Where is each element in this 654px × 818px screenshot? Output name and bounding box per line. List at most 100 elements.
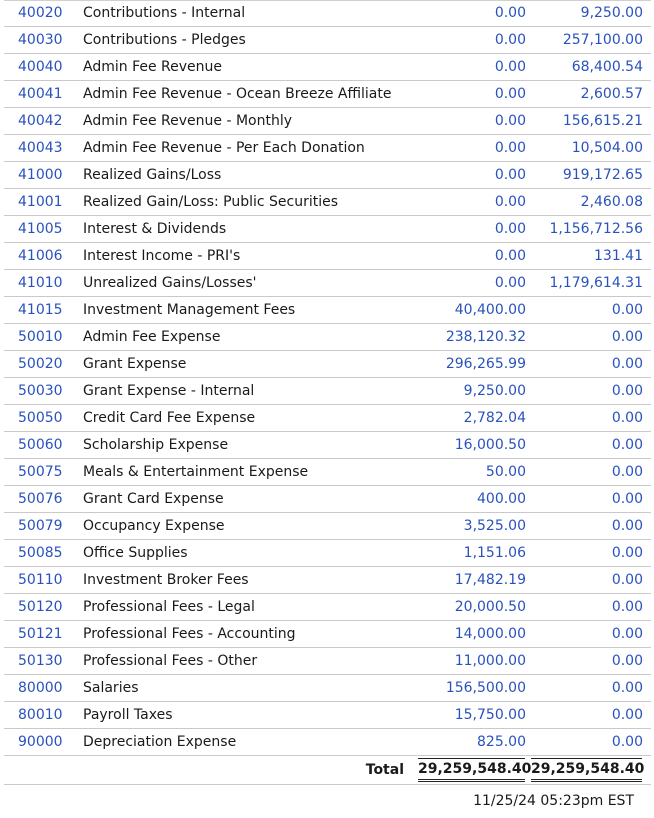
credit-amount-link[interactable]: 0.00 [526,464,643,480]
account-name: Professional Fees - Accounting [83,626,296,642]
credit-amount-link[interactable]: 0.00 [526,734,643,750]
table-row: 40042 Admin Fee Revenue - Monthly 0.00 156,… [4,108,651,135]
credit-amount-link[interactable]: 1,156,712.56 [526,221,643,237]
credit-amount-link[interactable]: 0.00 [526,302,643,318]
table-row: 40020 Contributions - Internal 0.00 9,250.0… [4,0,651,27]
account-number-link[interactable]: 40040 [4,59,82,75]
account-number-link[interactable]: 50010 [4,329,82,345]
total-row: Total 29,259,548.40 29,259,548.40 [4,756,651,785]
table-row: 50130 Professional Fees - Other 11,000.00 0… [4,648,651,675]
credit-amount-link[interactable]: 0.00 [526,572,643,588]
account-number-link[interactable]: 50085 [4,545,82,561]
account-number-link[interactable]: 40020 [4,5,82,21]
account-number-link[interactable]: 50130 [4,653,82,669]
debit-amount-link[interactable]: 2,782.04 [413,410,526,426]
account-number-link[interactable]: 40030 [4,32,82,48]
account-number-link[interactable]: 40042 [4,113,82,129]
table-row: 90000 Depreciation Expense 825.00 0.00 [4,729,651,756]
credit-amount-link[interactable]: 68,400.54 [526,59,643,75]
credit-amount-link[interactable]: 0.00 [526,653,643,669]
debit-amount-link[interactable]: 3,525.00 [413,518,526,534]
credit-amount-link[interactable]: 0.00 [526,518,643,534]
debit-amount-link[interactable]: 17,482.19 [413,572,526,588]
credit-amount-link[interactable]: 0.00 [526,545,643,561]
table-body: 40020 Contributions - Internal 0.00 9,250.0… [4,0,651,756]
account-number-link[interactable]: 50110 [4,572,82,588]
account-number-link[interactable]: 50076 [4,491,82,507]
account-number-link[interactable]: 41015 [4,302,82,318]
account-number-link[interactable]: 80000 [4,680,82,696]
debit-amount-link[interactable]: 11,000.00 [413,653,526,669]
account-number-link[interactable]: 50060 [4,437,82,453]
credit-amount-link[interactable]: 131.41 [526,248,643,264]
account-number-link[interactable]: 50120 [4,599,82,615]
credit-amount-link[interactable]: 0.00 [526,329,643,345]
debit-amount-link[interactable]: 0.00 [413,167,526,183]
debit-amount-link[interactable]: 9,250.00 [413,383,526,399]
account-number-link[interactable]: 50075 [4,464,82,480]
debit-amount-link[interactable]: 825.00 [413,734,526,750]
table-row: 50010 Admin Fee Expense 238,120.32 0.00 [4,324,651,351]
account-name: Professional Fees - Legal [83,599,255,615]
debit-amount-link[interactable]: 0.00 [413,113,526,129]
credit-amount-link[interactable]: 156,615.21 [526,113,643,129]
account-number-link[interactable]: 40041 [4,86,82,102]
debit-amount-link[interactable]: 0.00 [413,5,526,21]
credit-amount-link[interactable]: 0.00 [526,491,643,507]
account-number-link[interactable]: 50050 [4,410,82,426]
debit-amount-link[interactable]: 16,000.50 [413,437,526,453]
debit-amount-link[interactable]: 0.00 [413,248,526,264]
debit-amount-link[interactable]: 156,500.00 [413,680,526,696]
credit-amount-link[interactable]: 1,179,614.31 [526,275,643,291]
account-number-link[interactable]: 50079 [4,518,82,534]
account-name: Meals & Entertainment Expense [83,464,309,480]
debit-amount-link[interactable]: 296,265.99 [413,356,526,372]
credit-amount-link[interactable]: 9,250.00 [526,5,643,21]
debit-amount-link[interactable]: 0.00 [413,140,526,156]
debit-amount-link[interactable]: 0.00 [413,32,526,48]
debit-amount-link[interactable]: 0.00 [413,86,526,102]
debit-amount-link[interactable]: 1,151.06 [413,545,526,561]
credit-amount-link[interactable]: 0.00 [526,680,643,696]
credit-amount-link[interactable]: 2,460.08 [526,194,643,210]
account-name: Depreciation Expense [83,734,237,750]
account-number-link[interactable]: 50020 [4,356,82,372]
credit-amount-link[interactable]: 10,504.00 [526,140,643,156]
debit-amount-link[interactable]: 15,750.00 [413,707,526,723]
credit-amount-link[interactable]: 2,600.57 [526,86,643,102]
table-row: 40041 Admin Fee Revenue - Ocean Breeze Af… [4,81,651,108]
debit-amount-link[interactable]: 50.00 [413,464,526,480]
account-number-link[interactable]: 50121 [4,626,82,642]
account-number-link[interactable]: 80010 [4,707,82,723]
account-number-link[interactable]: 90000 [4,734,82,750]
debit-amount-link[interactable]: 238,120.32 [413,329,526,345]
account-number-link[interactable]: 41010 [4,275,82,291]
trial-balance-table: 40020 Contributions - Internal 0.00 9,250.0… [4,0,651,785]
debit-amount-link[interactable]: 40,400.00 [413,302,526,318]
account-number-link[interactable]: 41006 [4,248,82,264]
credit-amount-link[interactable]: 0.00 [526,599,643,615]
debit-amount-link[interactable]: 0.00 [413,59,526,75]
account-name: Scholarship Expense [83,437,229,453]
account-number-link[interactable]: 41000 [4,167,82,183]
credit-amount-link[interactable]: 257,100.00 [526,32,643,48]
credit-amount-link[interactable]: 0.00 [526,356,643,372]
debit-amount-link[interactable]: 20,000.50 [413,599,526,615]
account-number-link[interactable]: 40043 [4,140,82,156]
debit-amount-link[interactable]: 14,000.00 [413,626,526,642]
debit-amount-link[interactable]: 400.00 [413,491,526,507]
debit-amount-link[interactable]: 0.00 [413,194,526,210]
debit-amount-link[interactable]: 0.00 [413,275,526,291]
account-number-link[interactable]: 41005 [4,221,82,237]
credit-amount-link[interactable]: 0.00 [526,626,643,642]
credit-amount-link[interactable]: 0.00 [526,383,643,399]
table-row: 80010 Payroll Taxes 15,750.00 0.00 [4,702,651,729]
credit-amount-link[interactable]: 0.00 [526,410,643,426]
credit-amount-link[interactable]: 0.00 [526,707,643,723]
credit-amount-link[interactable]: 919,172.65 [526,167,643,183]
debit-amount-link[interactable]: 0.00 [413,221,526,237]
account-name: Admin Fee Revenue [83,59,223,75]
account-number-link[interactable]: 50030 [4,383,82,399]
credit-amount-link[interactable]: 0.00 [526,437,643,453]
account-number-link[interactable]: 41001 [4,194,82,210]
